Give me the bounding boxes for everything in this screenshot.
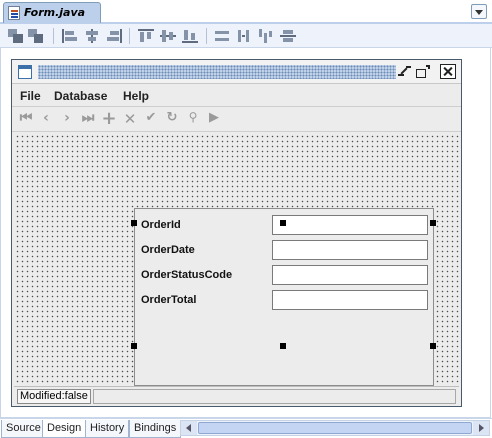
orderid-field[interactable]	[272, 215, 428, 235]
selection-handle-top-left[interactable]	[131, 220, 137, 226]
scroll-right-icon[interactable]	[473, 421, 489, 435]
field-label-ordertotal: OrderTotal	[141, 294, 197, 306]
form-titlebar[interactable]	[12, 60, 461, 84]
scroll-left-icon[interactable]	[181, 421, 197, 435]
field-label-orderstatuscode: OrderStatusCode	[141, 269, 233, 281]
editor-tab-form-java[interactable]: Form.java	[3, 2, 101, 23]
status-modified: Modified:false	[17, 389, 91, 404]
menu-file[interactable]: File	[20, 89, 41, 103]
selection-handle-top-center[interactable]	[280, 220, 286, 226]
same-width-icon[interactable]	[214, 29, 230, 43]
tab-source[interactable]: Source	[1, 420, 46, 438]
last-record-icon[interactable]: ⏭	[80, 110, 96, 128]
selection-handle-center[interactable]	[280, 343, 286, 349]
connection-mode-icon[interactable]	[28, 29, 44, 43]
tab-design[interactable]: Design	[42, 420, 87, 438]
orderstatuscode-field[interactable]	[272, 265, 428, 285]
title-drag-area[interactable]	[38, 65, 396, 79]
minimize-icon[interactable]	[396, 64, 412, 79]
horizontal-scrollbar[interactable]	[180, 420, 490, 436]
ordertotal-field[interactable]	[272, 290, 428, 310]
change-vertical-resizability-icon[interactable]	[280, 29, 296, 43]
next-record-icon[interactable]: ›	[59, 110, 75, 128]
refresh-icon[interactable]: ↻	[164, 110, 180, 128]
first-record-icon[interactable]: ⏮	[17, 110, 33, 128]
scrollbar-thumb[interactable]	[198, 422, 472, 434]
align-left-icon[interactable]	[62, 29, 78, 43]
selection-handle-top-right[interactable]	[430, 220, 436, 226]
toolbar-separator	[206, 28, 207, 44]
align-bottom-icon[interactable]	[182, 29, 198, 43]
layout-toolbar	[0, 24, 492, 48]
window-app-icon	[18, 65, 32, 79]
tab-history[interactable]: History	[85, 420, 130, 438]
orderdate-field[interactable]	[272, 240, 428, 260]
editor-tab-label: Form.java	[24, 6, 86, 19]
find-icon[interactable]: ⚲	[185, 110, 201, 128]
toolbar-separator	[53, 28, 54, 44]
align-center-icon[interactable]	[84, 29, 100, 43]
run-icon[interactable]: ▶	[206, 110, 222, 128]
tab-bindings[interactable]: Bindings	[129, 420, 182, 438]
record-navigation-toolbar: ⏮ ‹ › ⏭ + ✕ ✔ ↻ ⚲ ▶	[12, 108, 461, 132]
selection-mode-icon[interactable]	[8, 29, 24, 43]
order-details-panel[interactable]: OrderId OrderDate OrderStatusCode OrderT…	[134, 208, 434, 386]
field-label-orderdate: OrderDate	[141, 244, 195, 256]
commit-icon[interactable]: ✔	[143, 110, 159, 128]
menu-help[interactable]: Help	[123, 89, 149, 103]
form-status-bar: Modified:false	[14, 386, 459, 405]
same-height-icon[interactable]	[236, 29, 252, 43]
add-record-icon[interactable]: +	[101, 108, 117, 129]
previous-record-icon[interactable]: ‹	[38, 110, 54, 128]
maximize-icon[interactable]	[415, 64, 431, 79]
chevron-down-icon[interactable]	[471, 4, 487, 19]
toolbar-separator	[129, 28, 130, 44]
close-icon[interactable]	[440, 64, 456, 79]
form-window-preview[interactable]: File Database Help ⏮ ‹ › ⏭ + ✕ ✔ ↻ ⚲ ▶ O…	[11, 59, 462, 407]
delete-record-icon[interactable]: ✕	[122, 110, 138, 128]
status-bar-filler	[93, 389, 456, 404]
change-horizontal-resizability-icon[interactable]	[258, 29, 274, 43]
selection-handle-middle-left[interactable]	[131, 343, 137, 349]
field-label-orderid: OrderId	[141, 219, 181, 231]
align-right-icon[interactable]	[106, 29, 122, 43]
java-form-file-icon	[8, 6, 20, 20]
menu-database[interactable]: Database	[54, 89, 107, 103]
form-menubar: File Database Help	[12, 85, 461, 107]
align-top-icon[interactable]	[138, 29, 154, 43]
align-middle-icon[interactable]	[160, 29, 176, 43]
selection-handle-middle-right[interactable]	[430, 343, 436, 349]
